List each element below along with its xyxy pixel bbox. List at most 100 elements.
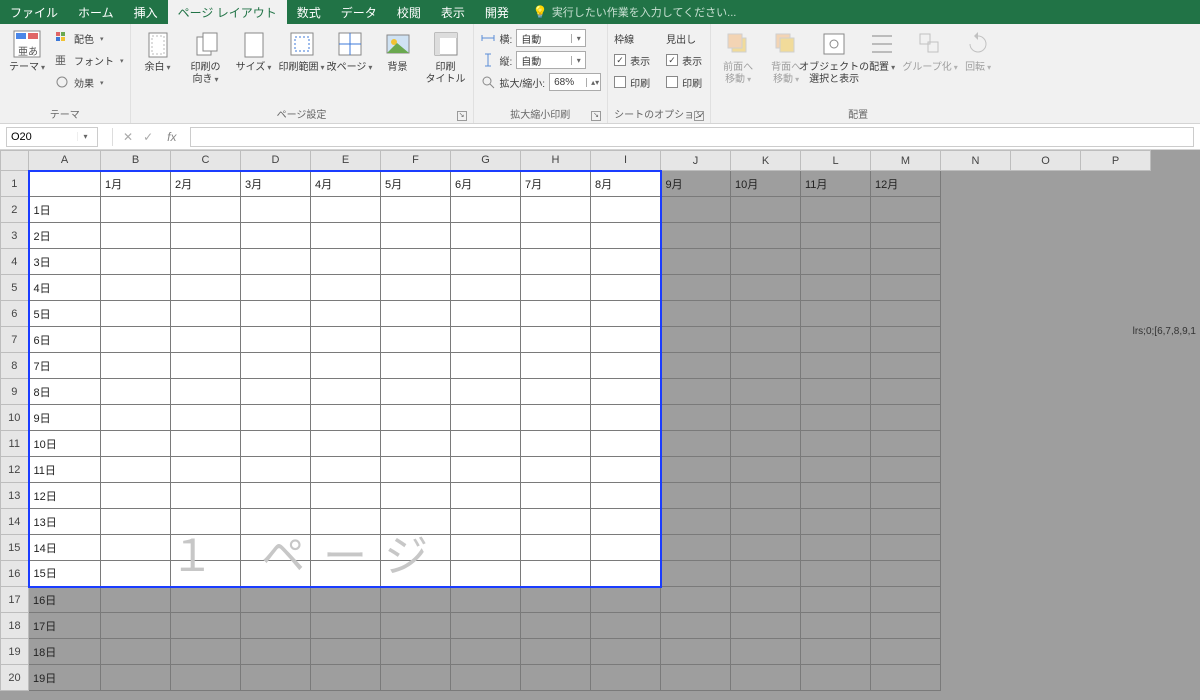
- selection-pane-button[interactable]: オブジェクトの 選択と表示: [813, 28, 855, 86]
- cell[interactable]: [731, 301, 801, 327]
- cell[interactable]: [521, 509, 591, 535]
- cell[interactable]: [311, 587, 381, 613]
- row-header[interactable]: 18: [1, 613, 29, 639]
- cell[interactable]: 9月: [661, 171, 731, 197]
- col-header[interactable]: P: [1081, 151, 1151, 171]
- gridlines-print-check[interactable]: 印刷: [614, 72, 650, 92]
- col-header[interactable]: E: [311, 151, 381, 171]
- cell[interactable]: [1011, 301, 1081, 327]
- cell[interactable]: [521, 249, 591, 275]
- theme-colors-button[interactable]: 配色: [54, 28, 124, 48]
- name-box[interactable]: ▾: [6, 127, 98, 147]
- cell[interactable]: [381, 197, 451, 223]
- cell[interactable]: [731, 665, 801, 691]
- cell[interactable]: [451, 327, 521, 353]
- cell[interactable]: [941, 561, 1011, 587]
- menu-tab-4[interactable]: 数式: [287, 0, 331, 24]
- cell[interactable]: [1011, 275, 1081, 301]
- cell[interactable]: [661, 379, 731, 405]
- cell[interactable]: [731, 535, 801, 561]
- cell[interactable]: 1日: [29, 197, 101, 223]
- cell[interactable]: [731, 613, 801, 639]
- cell[interactable]: [381, 535, 451, 561]
- cell[interactable]: [101, 509, 171, 535]
- name-box-dropdown-icon[interactable]: ▾: [77, 132, 93, 141]
- menu-tab-3[interactable]: ページ レイアウト: [168, 0, 287, 24]
- dialog-launcher-icon[interactable]: ↘: [694, 111, 704, 121]
- row-header[interactable]: 2: [1, 197, 29, 223]
- cell[interactable]: [1081, 535, 1151, 561]
- cell[interactable]: [311, 509, 381, 535]
- headings-view-check[interactable]: ✓表示: [666, 50, 702, 70]
- cell[interactable]: [1081, 431, 1151, 457]
- cell[interactable]: [101, 249, 171, 275]
- cell[interactable]: [591, 353, 661, 379]
- cell[interactable]: [1081, 197, 1151, 223]
- margins-button[interactable]: 余白: [137, 28, 179, 74]
- cell[interactable]: [381, 301, 451, 327]
- cell[interactable]: [871, 457, 941, 483]
- row-header[interactable]: 20: [1, 665, 29, 691]
- cell[interactable]: [311, 249, 381, 275]
- cell[interactable]: [451, 379, 521, 405]
- cell[interactable]: [451, 353, 521, 379]
- cell[interactable]: [941, 249, 1011, 275]
- menu-tab-5[interactable]: データ: [331, 0, 387, 24]
- row-header[interactable]: 14: [1, 509, 29, 535]
- cell[interactable]: [311, 197, 381, 223]
- print-titles-button[interactable]: 印刷 タイトル: [425, 28, 467, 86]
- cell[interactable]: [381, 379, 451, 405]
- cell[interactable]: [591, 561, 661, 587]
- theme-fonts-button[interactable]: 亜 フォント: [54, 50, 124, 70]
- cell[interactable]: [661, 457, 731, 483]
- cell[interactable]: [871, 275, 941, 301]
- menu-tab-7[interactable]: 表示: [431, 0, 475, 24]
- cell[interactable]: [311, 561, 381, 587]
- cell[interactable]: [311, 275, 381, 301]
- cell[interactable]: [731, 405, 801, 431]
- cell[interactable]: [801, 561, 871, 587]
- cell[interactable]: [1011, 665, 1081, 691]
- cell[interactable]: [311, 457, 381, 483]
- col-header[interactable]: K: [731, 151, 801, 171]
- cell[interactable]: [381, 639, 451, 665]
- cell[interactable]: [451, 405, 521, 431]
- cell[interactable]: [1011, 587, 1081, 613]
- cell[interactable]: 11日: [29, 457, 101, 483]
- menu-tab-0[interactable]: ファイル: [0, 0, 68, 24]
- cell[interactable]: [101, 665, 171, 691]
- cell[interactable]: [801, 249, 871, 275]
- cell[interactable]: [381, 587, 451, 613]
- cancel-formula-icon[interactable]: ✕: [123, 130, 133, 144]
- cell[interactable]: [1081, 275, 1151, 301]
- cell[interactable]: [311, 353, 381, 379]
- cell[interactable]: [1081, 457, 1151, 483]
- cell[interactable]: [381, 431, 451, 457]
- cell[interactable]: [381, 509, 451, 535]
- cell[interactable]: [241, 431, 311, 457]
- name-box-input[interactable]: [7, 131, 77, 143]
- cell[interactable]: [451, 665, 521, 691]
- cell[interactable]: [731, 327, 801, 353]
- cell[interactable]: [521, 665, 591, 691]
- cell[interactable]: [29, 171, 101, 197]
- cell[interactable]: [941, 405, 1011, 431]
- cell[interactable]: [171, 431, 241, 457]
- cell[interactable]: [171, 301, 241, 327]
- cell[interactable]: [311, 405, 381, 431]
- cell[interactable]: [451, 457, 521, 483]
- cell[interactable]: [1011, 431, 1081, 457]
- cell[interactable]: [941, 587, 1011, 613]
- row-header[interactable]: 4: [1, 249, 29, 275]
- cell[interactable]: 9日: [29, 405, 101, 431]
- cell[interactable]: [521, 379, 591, 405]
- cell[interactable]: [871, 405, 941, 431]
- cell[interactable]: [731, 249, 801, 275]
- cell[interactable]: [941, 301, 1011, 327]
- cell[interactable]: [941, 639, 1011, 665]
- cell[interactable]: [731, 353, 801, 379]
- row-header[interactable]: 13: [1, 483, 29, 509]
- cell[interactable]: [311, 483, 381, 509]
- cell[interactable]: [871, 613, 941, 639]
- cell[interactable]: [521, 353, 591, 379]
